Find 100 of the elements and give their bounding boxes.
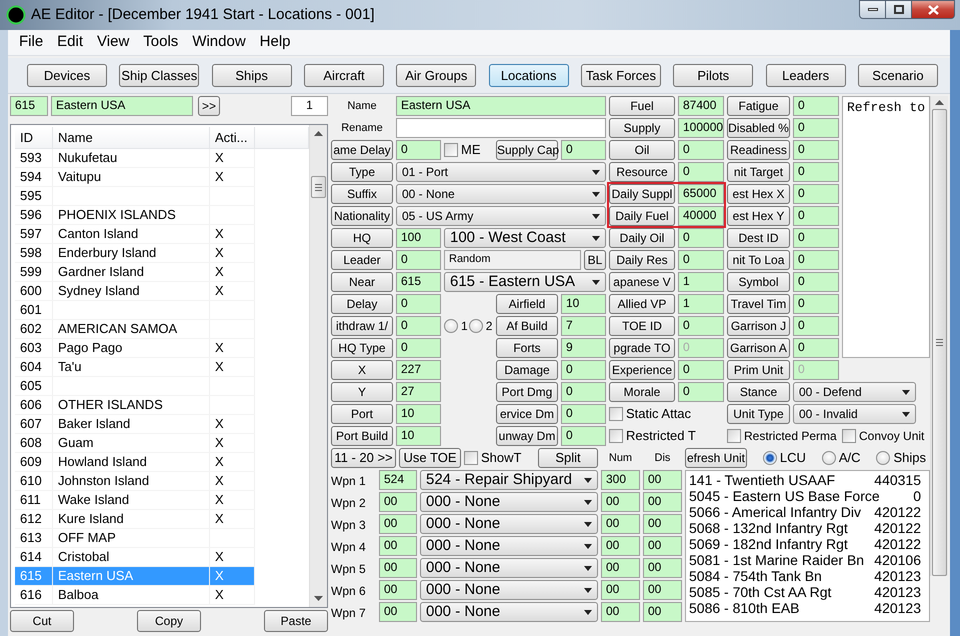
field-button[interactable]: ithdraw 1/ xyxy=(331,316,393,336)
value-field[interactable]: 00 xyxy=(379,492,417,512)
field-button[interactable]: Split xyxy=(538,448,598,468)
dropdown[interactable]: 000 - None xyxy=(420,580,598,600)
menu-item[interactable]: Help xyxy=(252,31,298,54)
field-button[interactable]: Daily Fuel xyxy=(609,206,675,226)
dropdown[interactable]: 000 - None xyxy=(420,492,598,512)
unit-list-item[interactable]: 5081 - 1st Marine Raider Bn 420106 xyxy=(689,552,929,568)
list-row[interactable]: 596 PHOENIX ISLANDS xyxy=(15,206,255,225)
field-button[interactable]: Nationality xyxy=(331,206,393,226)
value-field[interactable]: 0 xyxy=(561,382,606,402)
list-button[interactable]: Copy xyxy=(137,610,201,632)
dropdown[interactable]: 00 - Invalid xyxy=(793,404,916,424)
field-button[interactable]: HQ xyxy=(331,228,393,248)
toolbar-button[interactable]: Devices xyxy=(27,64,107,87)
scrollbar[interactable] xyxy=(309,125,327,607)
field-button[interactable]: Disabled % xyxy=(727,118,790,138)
field-button[interactable]: Dest ID xyxy=(727,228,790,248)
toolbar-button[interactable]: Ships xyxy=(212,64,292,87)
field-button[interactable]: Fuel xyxy=(609,96,675,116)
value-field[interactable]: 00 xyxy=(643,580,682,600)
value-field[interactable]: 1 xyxy=(678,272,724,292)
dropdown[interactable]: 100 - West Coast xyxy=(444,228,606,248)
value-field[interactable]: 00 xyxy=(379,558,417,578)
field-button[interactable]: Port Build xyxy=(331,426,393,446)
toolbar-button[interactable]: Aircraft xyxy=(304,64,384,87)
value-field[interactable]: 0 xyxy=(561,140,606,160)
scroll-thumb[interactable] xyxy=(311,176,326,198)
field-button[interactable]: Af Build xyxy=(496,316,558,336)
checkbox[interactable] xyxy=(444,143,458,157)
field-button[interactable]: unway Dm xyxy=(496,426,558,446)
checkbox[interactable] xyxy=(464,451,478,465)
toolbar-button[interactable]: Air Groups xyxy=(396,64,476,87)
value-field[interactable]: 27 xyxy=(396,382,441,402)
value-field[interactable]: 0 xyxy=(561,360,606,380)
field-button[interactable]: 11 - 20 >> xyxy=(331,448,396,468)
value-field[interactable]: 00 xyxy=(379,514,417,534)
value-field[interactable]: 00 xyxy=(601,514,640,534)
field-button[interactable]: Garrison A xyxy=(727,338,790,358)
toolbar-button[interactable]: Task Forces xyxy=(580,64,661,87)
list-row[interactable]: 600 Sydney Island X xyxy=(15,282,255,301)
field-button[interactable]: Resource xyxy=(609,162,675,182)
menu-item[interactable]: Tools xyxy=(136,31,186,54)
dropdown[interactable]: 524 - Repair Shipyard xyxy=(420,470,598,490)
value-field[interactable]: 00 xyxy=(643,602,682,622)
column-header[interactable]: ID xyxy=(15,126,53,148)
field-button[interactable]: ervice Dm xyxy=(496,404,558,424)
column-header[interactable]: Acti... xyxy=(210,126,255,148)
value-field[interactable]: 65000 xyxy=(678,184,724,204)
value-field[interactable]: 10 xyxy=(561,294,606,314)
dropdown[interactable]: 000 - None xyxy=(420,558,598,578)
list-button[interactable]: Cut xyxy=(10,610,74,632)
field-button[interactable]: Supply xyxy=(609,118,675,138)
field-button[interactable]: Fatigue xyxy=(727,96,790,116)
field-button[interactable]: Morale xyxy=(609,382,675,402)
field-button[interactable]: Port Dmg xyxy=(496,382,558,402)
value-field[interactable]: 1 xyxy=(678,294,724,314)
value-field[interactable]: 00 xyxy=(643,492,682,512)
list-row[interactable]: 612 Kure Island X xyxy=(15,510,255,529)
value-field[interactable]: 0 xyxy=(678,382,724,402)
checkbox[interactable] xyxy=(609,407,623,421)
list-row[interactable]: 609 Howland Island X xyxy=(15,453,255,472)
radio-button[interactable] xyxy=(822,451,836,465)
value-field[interactable]: 10 xyxy=(396,404,441,424)
value-field[interactable]: 87400 xyxy=(678,96,724,116)
value-field[interactable]: 00 xyxy=(601,602,640,622)
value-field[interactable]: 0 xyxy=(793,118,839,138)
field-button[interactable]: Oil xyxy=(609,140,675,160)
field-button[interactable]: apanese V xyxy=(609,272,675,292)
value-field[interactable]: 0 xyxy=(793,250,839,270)
unit-list-item[interactable]: 5045 - Eastern US Base Force 0 xyxy=(689,488,929,504)
list-row[interactable]: 610 Johnston Island X xyxy=(15,472,255,491)
count-field[interactable]: 1 xyxy=(291,96,328,116)
value-field[interactable]: 9 xyxy=(561,338,606,358)
small-button[interactable]: BL xyxy=(584,250,606,270)
notes-field[interactable]: Refresh to xyxy=(842,96,930,358)
value-field[interactable]: 0 xyxy=(678,140,724,160)
name-field[interactable]: Eastern USA xyxy=(51,96,193,116)
list-row[interactable]: 598 Enderbury Island X xyxy=(15,244,255,263)
value-field[interactable]: 0 xyxy=(793,228,839,248)
maximize-button[interactable] xyxy=(886,0,912,19)
value-field[interactable]: 0 xyxy=(793,140,839,160)
text-field[interactable]: Random xyxy=(444,250,581,270)
list-row[interactable]: 597 Canton Island X xyxy=(15,225,255,244)
dropdown[interactable]: 615 - Eastern USA xyxy=(444,272,606,292)
value-field[interactable]: 0 xyxy=(396,250,441,270)
field-button[interactable]: Daily Res xyxy=(609,250,675,270)
field-button[interactable]: nit To Loa xyxy=(727,250,790,270)
list-row[interactable]: 603 Pago Pago X xyxy=(15,339,255,358)
field-button[interactable]: Airfield xyxy=(496,294,558,314)
field-button[interactable]: Damage xyxy=(496,360,558,380)
rename-field[interactable] xyxy=(396,118,606,138)
list-row[interactable]: 606 OTHER ISLANDS xyxy=(15,396,255,415)
list-row[interactable]: 593 Nukufetau X xyxy=(15,149,255,168)
field-button[interactable]: ame Delay xyxy=(331,140,393,160)
dropdown[interactable]: 000 - None xyxy=(420,536,598,556)
field-button[interactable]: Supply Cap xyxy=(496,140,558,160)
field-button[interactable]: Use TOE xyxy=(399,448,461,468)
list-row[interactable]: 608 Guam X xyxy=(15,434,255,453)
value-field[interactable]: 00 xyxy=(379,536,417,556)
